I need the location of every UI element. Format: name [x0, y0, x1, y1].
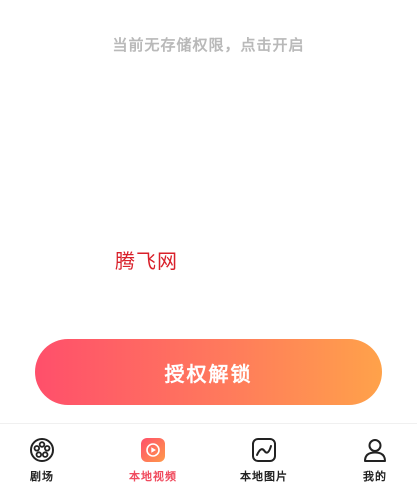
tab-theater[interactable]: 剧场: [2, 424, 82, 488]
authorize-unlock-button[interactable]: 授权解锁: [35, 339, 382, 405]
tab-label: 剧场: [30, 470, 54, 483]
bottom-tab-bar: 剧场 本地视频 本地图片 我的: [0, 423, 417, 488]
film-reel-icon: [30, 438, 54, 462]
play-video-icon: [141, 438, 165, 462]
tab-mine[interactable]: 我的: [335, 424, 415, 488]
storage-permission-notice[interactable]: 当前无存储权限，点击开启: [0, 34, 417, 55]
tab-local-video[interactable]: 本地视频: [113, 424, 193, 488]
tab-local-images[interactable]: 本地图片: [224, 424, 304, 488]
watermark-text: 腾飞网: [115, 249, 178, 273]
tab-label: 本地图片: [240, 470, 288, 483]
image-icon: [252, 438, 276, 462]
person-icon: [364, 439, 386, 462]
tab-label: 我的: [363, 470, 387, 483]
tab-label: 本地视频: [129, 470, 177, 483]
